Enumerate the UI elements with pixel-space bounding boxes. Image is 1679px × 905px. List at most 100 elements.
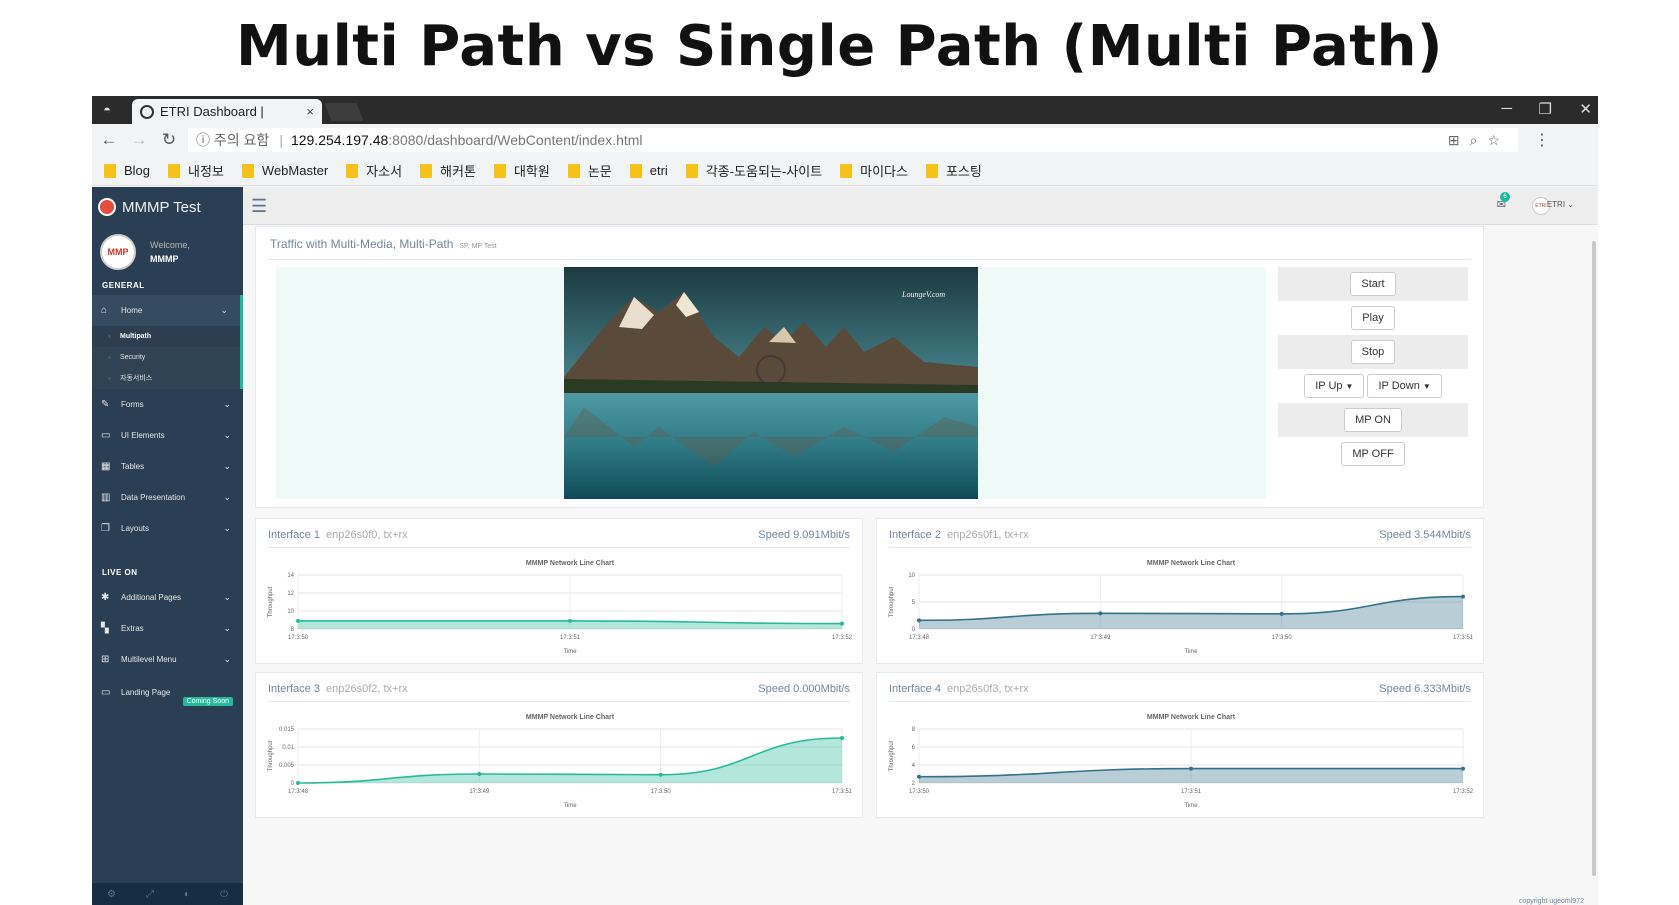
x-axis-label: Time (1184, 649, 1198, 655)
sidebar-item-forms[interactable]: ✎ Forms ⌄ (92, 389, 243, 420)
menu-toggle-icon[interactable]: ☰ (251, 196, 267, 217)
close-window-icon[interactable]: ✕ (1579, 100, 1592, 118)
bookmark-label: etri (649, 163, 668, 178)
back-icon[interactable]: ← (96, 130, 122, 150)
sidebar-item-multipath[interactable]: Multipath (92, 326, 240, 347)
y-tick-label: 0 (912, 627, 916, 633)
panel-subtitle: SP, MP Test (459, 243, 497, 250)
chevron-down-icon: ⌄ (223, 461, 231, 471)
folder-icon (104, 163, 116, 178)
power-icon[interactable]: ⏻ (220, 889, 228, 900)
bookmark-item[interactable]: 대학원 (493, 161, 550, 180)
play-button[interactable]: Play (1351, 306, 1395, 330)
sidebar-item-ui-elements[interactable]: ▭ UI Elements ⌄ (92, 420, 243, 451)
chart-title: MMMP Network Line Chart (1147, 714, 1236, 721)
y-axis-label: Throughput (268, 740, 274, 771)
bookmark-item[interactable]: 마이다스 (840, 161, 908, 180)
bookmark-item[interactable]: WebMaster (241, 163, 328, 178)
x-tick-label: 17:3:51 (1453, 635, 1473, 641)
brand[interactable]: MMMP Test (92, 187, 243, 227)
sidebar-item-tables[interactable]: ▦ Tables ⌄ (92, 451, 243, 482)
url-input[interactable]: ⓘ 주의 요함 | 129.254.197.48 :8080/dashboard… (188, 128, 1518, 152)
sidebar-item-home[interactable]: ⌂ Home ⌄ (92, 295, 243, 326)
y-tick-label: 0.01 (282, 745, 294, 751)
stop-button[interactable]: Stop (1350, 340, 1396, 364)
bookmark-item[interactable]: 각종-도움되는-사이트 (685, 161, 822, 180)
settings-icon[interactable]: ⚙ (107, 889, 116, 900)
ip-down-dropdown[interactable]: IP Down ▼ (1367, 374, 1442, 398)
bug-icon: ✱ (101, 592, 110, 603)
x-tick-label: 17:3:50 (1272, 635, 1293, 641)
user-menu[interactable]: ETRI ⌄ (1547, 200, 1574, 209)
fullscreen-icon[interactable]: ⤢ (146, 889, 154, 900)
eye-slash-icon[interactable]: ◐ (184, 889, 190, 900)
network-line-chart: MMMP Network Line Chart 2 4 6 8 17:3:50 17:3:5… (889, 714, 1473, 809)
tab-strip: ◓ ETRI Dashboard | × ─ ❐ ✕ (92, 96, 1598, 124)
sidebar-item-label: Tables (121, 462, 145, 471)
restore-icon[interactable]: ❐ (1539, 100, 1552, 118)
interface-panel: Interface 3 enp26s0f2, tx+rx Speed 0.000Mb… (255, 672, 863, 818)
sidebar-item-additional-pages[interactable]: ✱ Additional Pages ⌄ (92, 582, 243, 613)
folder-icon (168, 163, 181, 178)
interface-panel: Interface 1 enp26s0f0, tx+rx Speed 9.091Mb… (255, 518, 863, 664)
bookmark-item[interactable]: 논문 (567, 161, 612, 180)
ip-up-dropdown[interactable]: IP Up ▼ (1304, 374, 1365, 398)
y-tick-label: 10 (287, 609, 294, 615)
browser-tab[interactable]: ETRI Dashboard | × (132, 99, 322, 124)
tab-title: ETRI Dashboard | (160, 104, 264, 119)
reload-icon[interactable]: ↻ (156, 130, 182, 150)
sidebar-item-multilevel-menu[interactable]: ⊞ Multilevel Menu ⌄ (92, 644, 243, 675)
omnibox-icons[interactable]: ⊞⌕☆ (1448, 132, 1510, 149)
bookmark-item[interactable]: Blog (104, 163, 150, 178)
mp-off-button[interactable]: MP OFF (1341, 442, 1405, 466)
chevron-down-icon: ⌄ (223, 492, 231, 502)
bookmark-item[interactable]: 자소서 (346, 161, 402, 180)
y-tick-label: 6 (912, 745, 916, 751)
sidebar-item-auto-service[interactable]: 자동서비스 (92, 368, 240, 389)
sidebar-item-label: Home (121, 306, 143, 315)
new-tab-button[interactable] (324, 103, 364, 121)
tab-close-icon[interactable]: × (306, 104, 314, 119)
bookmark-item[interactable]: 내정보 (168, 161, 224, 180)
divider (889, 701, 1471, 702)
minimize-icon[interactable]: ─ (1501, 100, 1512, 117)
x-tick-label: 17:3:52 (832, 635, 852, 641)
scrollbar[interactable] (1592, 241, 1596, 876)
x-tick-label: 17:3:48 (288, 789, 309, 795)
video-player[interactable]: LoungeV.com (564, 267, 978, 499)
top-nav: ☰ ✉ 6 ETRI ETRI ⌄ (243, 187, 1598, 225)
folder-icon (420, 163, 433, 178)
url-host: 129.254.197.48 (290, 132, 389, 148)
sidebar: MMMP Test MMP Welcome, MMMP GENERAL ⌂ Ho… (92, 187, 243, 905)
y-tick-label: 8 (291, 627, 295, 633)
security-warning[interactable]: ⓘ 주의 요함 (196, 130, 269, 150)
general-section-header: GENERAL (102, 281, 145, 290)
data-point (1279, 611, 1284, 616)
sidebar-item-data-presentation[interactable]: ▥ Data Presentation ⌄ (92, 482, 243, 513)
start-button[interactable]: Start (1350, 272, 1396, 296)
bookmark-item[interactable]: 해커톤 (420, 161, 476, 180)
profile: MMP Welcome, MMMP (92, 227, 243, 277)
edit-icon: ✎ (101, 399, 110, 410)
forward-icon[interactable]: → (126, 130, 152, 150)
y-tick-label: 14 (287, 573, 294, 579)
y-axis-label: Throughput (268, 586, 274, 617)
sidebar-item-extras[interactable]: ▚ Extras ⌄ (92, 613, 243, 644)
mp-on-button[interactable]: MP ON (1344, 408, 1402, 432)
y-tick-label: 0.005 (279, 763, 295, 769)
sidebar-item-label: Data Presentation (121, 493, 186, 502)
video-area: LoungeV.com (276, 267, 1266, 499)
panel-title: Traffic with Multi-Media, Multi-Path SP, … (270, 237, 497, 251)
sidebar-item-security[interactable]: Security (92, 347, 240, 368)
interface-speed: Speed 9.091Mbit/s (758, 529, 850, 541)
data-point (840, 621, 844, 626)
chart-title: MMMP Network Line Chart (1147, 560, 1236, 567)
sidebar-item-layouts[interactable]: ❐ Layouts ⌄ (92, 513, 243, 544)
bookmark-item[interactable]: 포스팅 (925, 161, 982, 180)
series-area (298, 738, 842, 783)
browser-menu-icon[interactable]: ⋮ (1534, 130, 1550, 150)
sidebar-item-landing-page[interactable]: ▭ Landing Page Coming Soon (92, 675, 243, 709)
folder-icon (346, 163, 359, 178)
x-tick-label: 17:3:49 (469, 789, 490, 795)
bookmark-item[interactable]: etri (629, 163, 668, 178)
